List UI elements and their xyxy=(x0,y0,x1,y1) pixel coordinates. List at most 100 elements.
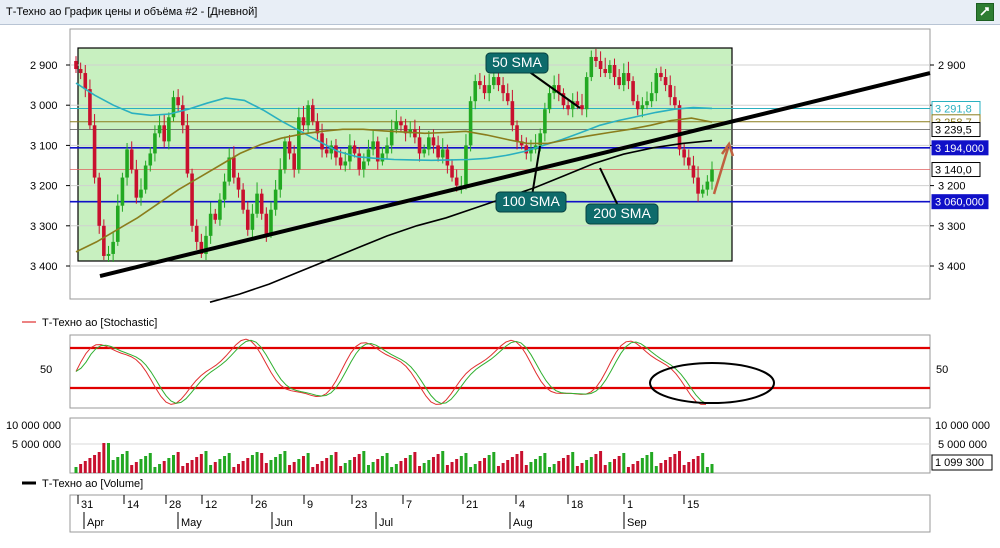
price-y-tick-label-left: 3 300 xyxy=(30,221,58,233)
volume-bar xyxy=(236,464,240,473)
candle-body xyxy=(510,101,515,126)
volume-bar xyxy=(278,454,282,473)
candle-body xyxy=(292,153,296,170)
volume-bar xyxy=(288,465,292,473)
month-label: Sep xyxy=(627,517,647,529)
candle-body xyxy=(269,209,273,234)
window-title: Т-Техно ао График цены и объёма #2 - [Дн… xyxy=(6,6,258,18)
volume-bar xyxy=(158,464,162,473)
day-label: 23 xyxy=(355,499,367,511)
volume-bar xyxy=(571,452,575,473)
link-icon[interactable] xyxy=(976,3,994,21)
candle-body xyxy=(232,157,236,178)
volume-bar xyxy=(422,463,426,473)
day-label: 26 xyxy=(255,499,267,511)
candle-body xyxy=(566,105,570,110)
volume-bar xyxy=(492,452,496,473)
candle-body xyxy=(501,85,505,94)
day-label: 1 xyxy=(627,499,633,511)
volume-bar xyxy=(362,451,366,473)
volume-bar xyxy=(469,467,473,473)
candle-body xyxy=(524,145,529,154)
volume-bar xyxy=(315,464,319,473)
volume-bar xyxy=(125,451,129,473)
volume-bar xyxy=(701,453,705,473)
candle-body xyxy=(515,125,519,142)
volume-bar xyxy=(687,462,691,473)
volume-bar xyxy=(622,453,626,473)
volume-bar xyxy=(473,464,477,473)
volume-bar xyxy=(445,465,449,473)
candle-body xyxy=(92,125,97,178)
volume-bar xyxy=(320,461,324,473)
volume-bar xyxy=(195,457,199,473)
volume-bar xyxy=(223,456,227,473)
candle-body xyxy=(594,56,598,61)
volume-bar xyxy=(264,463,268,473)
volume-bar xyxy=(585,460,589,473)
price-y-tick-label-right: 3 400 xyxy=(938,261,966,273)
volume-panel[interactable]: 10 000 000 5 000 000 10 000 000 5 000 00… xyxy=(6,417,993,490)
candle-body xyxy=(273,189,278,210)
day-label: 15 xyxy=(687,499,699,511)
candle-body xyxy=(352,145,357,154)
volume-bar xyxy=(144,456,148,473)
candle-body xyxy=(148,153,153,166)
candle-body xyxy=(598,60,603,70)
candle-body xyxy=(473,81,478,102)
price-panel[interactable]: 3 400 3 300 3 200 3 100 3 000 2 900 3 400 3 30… xyxy=(30,28,989,303)
candle-body xyxy=(487,85,491,94)
volume-bar xyxy=(650,452,654,473)
volume-bar xyxy=(436,454,440,473)
volume-bar xyxy=(552,464,556,473)
volume-bar xyxy=(441,451,445,473)
volume-bar xyxy=(329,455,333,473)
volume-bar xyxy=(575,466,579,473)
volume-bar xyxy=(691,459,695,473)
day-label: 14 xyxy=(127,499,139,511)
volume-bar xyxy=(74,467,78,473)
candle-body xyxy=(478,81,482,86)
volume-bar xyxy=(524,465,528,473)
day-label: 28 xyxy=(169,499,181,511)
candle-body xyxy=(580,105,584,110)
candle-body xyxy=(88,89,92,126)
volume-bar xyxy=(640,458,644,473)
volume-bar xyxy=(190,460,194,473)
candle-body xyxy=(394,121,399,130)
candle-body xyxy=(283,141,287,170)
price-y-tick-label-right: 3 200 xyxy=(938,181,966,193)
price-y-axis-left: 3 400 3 300 3 200 3 100 3 000 2 900 xyxy=(30,60,70,273)
candle-body xyxy=(120,177,125,206)
volume-bar xyxy=(88,458,92,473)
volume-bar xyxy=(366,465,370,473)
volume-bar xyxy=(260,453,264,473)
candle-body xyxy=(97,177,102,226)
candle-body xyxy=(417,137,422,154)
candle-body xyxy=(111,241,115,254)
volume-bar xyxy=(427,460,431,473)
candle-body xyxy=(176,97,180,106)
day-label: 18 xyxy=(571,499,583,511)
stoch-y-tick-right: 50 xyxy=(936,364,948,376)
candle-body xyxy=(362,161,366,170)
price-y-tick-label-right: 2 900 xyxy=(938,60,966,72)
candle-body xyxy=(139,189,143,198)
candle-body xyxy=(686,157,691,166)
month-label: Jun xyxy=(275,517,293,529)
volume-bar xyxy=(580,463,584,473)
price-y-tick-label-left: 3 200 xyxy=(30,181,58,193)
candle-body xyxy=(236,177,241,190)
volume-bar xyxy=(418,466,422,473)
volume-bar xyxy=(710,464,714,473)
volume-bar xyxy=(510,457,514,473)
stochastic-panel[interactable]: Т-Техно ао [Stochastic] 50 50 xyxy=(22,317,948,409)
candle-body xyxy=(255,193,259,214)
volume-bar xyxy=(534,459,538,473)
volume-bar xyxy=(659,463,663,473)
volume-bar xyxy=(705,467,709,473)
volume-bar xyxy=(343,463,347,473)
volume-bar xyxy=(371,462,375,473)
chart-canvas[interactable]: 3 400 3 300 3 200 3 100 3 000 2 900 3 400 3 30… xyxy=(0,24,1000,548)
candle-body xyxy=(436,145,440,158)
